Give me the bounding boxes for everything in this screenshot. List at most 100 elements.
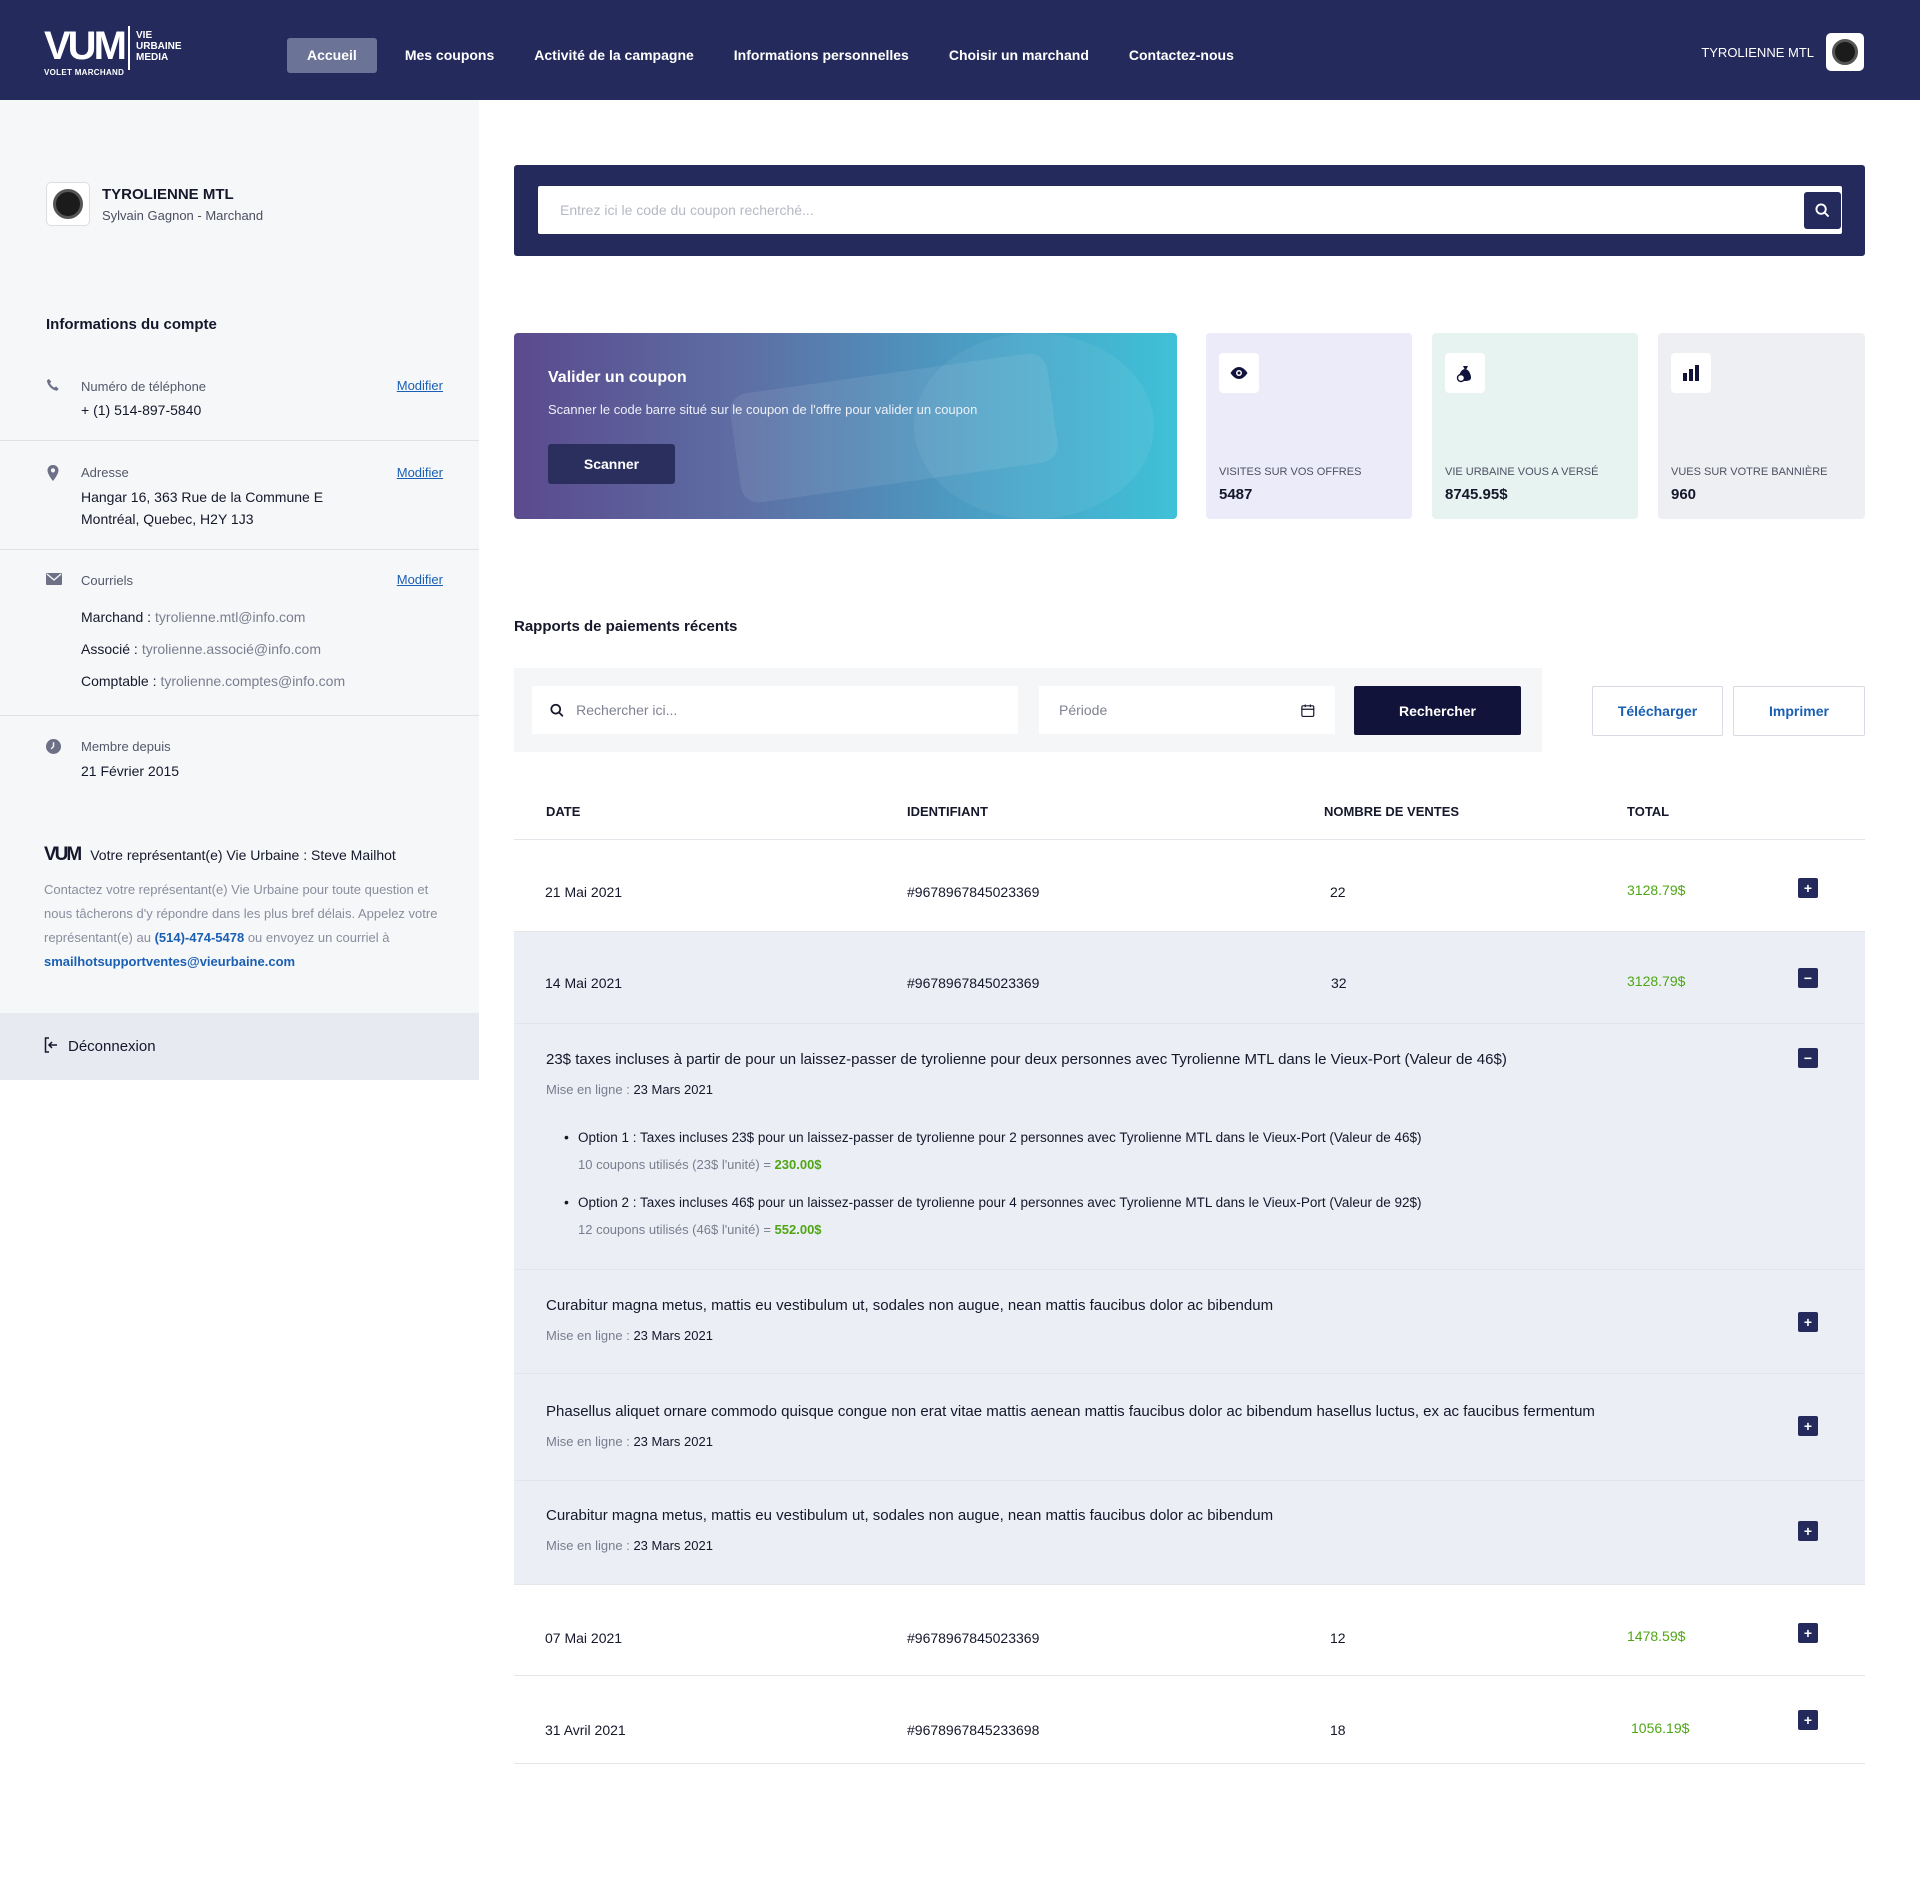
reports-search-button[interactable]: Rechercher bbox=[1354, 686, 1521, 735]
emails-label: Courriels bbox=[81, 573, 134, 588]
detail-panel: 23$ taxes incluses à partir de pour un l… bbox=[514, 1024, 1865, 1270]
nav-accueil[interactable]: Accueil bbox=[287, 38, 377, 73]
table-row[interactable]: 21 Mai 2021 #9678967845023369 22 3128.79… bbox=[514, 840, 1865, 932]
avatar[interactable] bbox=[1826, 33, 1864, 71]
option-usage: 10 coupons utilisés (23$ l'unité) = 230.… bbox=[578, 1157, 822, 1172]
calendar-icon[interactable] bbox=[1301, 703, 1315, 718]
modify-emails-link[interactable]: Modifier bbox=[397, 572, 443, 587]
stat-value: 960 bbox=[1671, 486, 1697, 503]
user-menu[interactable]: TYROLIENNE MTL bbox=[1701, 33, 1864, 71]
row-sales: 12 bbox=[1330, 1630, 1346, 1646]
download-button[interactable]: Télécharger bbox=[1592, 686, 1723, 736]
location-pin-icon bbox=[46, 465, 60, 481]
detail-panel: Phasellus aliquet ornare commodo quisque… bbox=[514, 1374, 1865, 1481]
email-value[interactable]: tyrolienne.associé@info.com bbox=[142, 641, 321, 657]
email-value[interactable]: tyrolienne.mtl@info.com bbox=[155, 609, 305, 625]
logo-word: URBAINE bbox=[136, 41, 182, 52]
detail-title: Phasellus aliquet ornare commodo quisque… bbox=[546, 1403, 1595, 1420]
logo-subtitle: VOLET MARCHAND bbox=[44, 68, 125, 77]
nav-activite-campagne[interactable]: Activité de la campagne bbox=[514, 38, 714, 73]
stat-card-visits: VISITES SUR VOS OFFRES 5487 bbox=[1206, 333, 1412, 519]
logout-button[interactable]: Déconnexion bbox=[0, 1013, 479, 1080]
modify-phone-link[interactable]: Modifier bbox=[397, 378, 443, 393]
detail-title: Curabitur magna metus, mattis eu vestibu… bbox=[546, 1507, 1274, 1524]
representative-phone-link[interactable]: (514)-474-5478 bbox=[155, 930, 245, 945]
vum-logo[interactable]: VUM VIE URBAINE MEDIA VOLET MARCHAND bbox=[44, 24, 194, 80]
stat-value: 8745.95$ bbox=[1445, 486, 1508, 503]
option-usage: 12 coupons utilisés (46$ l'unité) = 552.… bbox=[578, 1222, 822, 1237]
row-identifier: #9678967845233698 bbox=[907, 1722, 1040, 1738]
profile-name: TYROLIENNE MTL bbox=[102, 185, 234, 203]
email-value[interactable]: tyrolienne.comptes@info.com bbox=[160, 673, 345, 689]
money-bag-icon bbox=[1445, 353, 1485, 393]
search-icon bbox=[550, 703, 564, 717]
stat-label: VUES SUR VOTRE BANNIÈRE bbox=[1671, 466, 1828, 478]
table-row[interactable]: 14 Mai 2021 #9678967845023369 32 3128.79… bbox=[514, 932, 1865, 1024]
table-row[interactable]: 07 Mai 2021 #9678967845023369 12 1478.59… bbox=[514, 1585, 1865, 1676]
email-row-merchant: Marchand : tyrolienne.mtl@info.com bbox=[81, 609, 305, 625]
representative-heading: VUM Votre représentant(e) Vie Urbaine : … bbox=[44, 844, 454, 866]
collapse-detail-button[interactable]: − bbox=[1798, 1048, 1818, 1068]
address-label: Adresse bbox=[81, 465, 129, 480]
avatar-image bbox=[1832, 39, 1858, 65]
logo-word: MEDIA bbox=[136, 52, 169, 63]
stat-card-banner-views: VUES SUR VOTRE BANNIÈRE 960 bbox=[1658, 333, 1865, 519]
expand-detail-button[interactable]: + bbox=[1798, 1416, 1818, 1436]
clock-icon bbox=[46, 739, 61, 754]
column-header-sales: NOMBRE DE VENTES bbox=[1324, 804, 1460, 819]
print-button[interactable]: Imprimer bbox=[1733, 686, 1865, 736]
nav-contactez-nous[interactable]: Contactez-nous bbox=[1109, 38, 1254, 73]
option-item: Option 2 : Taxes incluses 46$ pour un la… bbox=[564, 1194, 1421, 1210]
collapse-row-button[interactable]: − bbox=[1798, 968, 1818, 988]
avatar-image bbox=[53, 189, 83, 219]
email-key: Comptable : bbox=[81, 673, 157, 689]
member-since-value: 21 Février 2015 bbox=[81, 763, 180, 779]
online-label: Mise en ligne : bbox=[546, 1082, 630, 1097]
member-since-block: Membre depuis 21 Février 2015 bbox=[0, 716, 479, 796]
address-line-1: Hangar 16, 363 Rue de la Commune E bbox=[81, 489, 324, 505]
row-total: 1478.59$ bbox=[1627, 1628, 1686, 1644]
stat-value: 5487 bbox=[1219, 486, 1253, 503]
phone-value: + (1) 514-897-5840 bbox=[81, 402, 202, 418]
modify-address-link[interactable]: Modifier bbox=[397, 465, 443, 480]
mail-icon bbox=[46, 573, 62, 587]
option-amount: 230.00$ bbox=[774, 1157, 822, 1172]
representative-email-link[interactable]: smailhotsupportventes@vieurbaine.com bbox=[44, 954, 295, 969]
expand-row-button[interactable]: + bbox=[1798, 1623, 1818, 1643]
expand-row-button[interactable]: + bbox=[1798, 878, 1818, 898]
online-label: Mise en ligne : bbox=[546, 1538, 630, 1553]
coupon-search-input[interactable] bbox=[538, 186, 1842, 234]
email-row-associate: Associé : tyrolienne.associé@info.com bbox=[81, 641, 321, 657]
period-input[interactable] bbox=[1059, 702, 1292, 718]
user-name: TYROLIENNE MTL bbox=[1701, 44, 1814, 60]
online-date: 23 Mars 2021 bbox=[633, 1538, 713, 1553]
reports-table-header: DATE IDENTIFIANT NOMBRE DE VENTES TOTAL bbox=[514, 790, 1865, 840]
nav-mes-coupons[interactable]: Mes coupons bbox=[385, 38, 514, 73]
period-field[interactable] bbox=[1039, 686, 1335, 734]
reports-search-field[interactable] bbox=[532, 686, 1018, 734]
row-total: 1056.19$ bbox=[1631, 1720, 1690, 1736]
logo-word: VIE bbox=[136, 30, 153, 41]
row-date: 21 Mai 2021 bbox=[545, 884, 623, 900]
row-sales: 22 bbox=[1330, 884, 1346, 900]
row-date: 14 Mai 2021 bbox=[545, 975, 623, 991]
profile-subtitle: Sylvain Gagnon - Marchand bbox=[102, 207, 264, 223]
phone-block: Numéro de téléphone Modifier + (1) 514-8… bbox=[0, 362, 479, 441]
email-key: Marchand : bbox=[81, 609, 152, 625]
row-total: 3128.79$ bbox=[1627, 973, 1686, 989]
column-header-date: DATE bbox=[546, 804, 581, 819]
nav-choisir-marchand[interactable]: Choisir un marchand bbox=[929, 38, 1109, 73]
nav-informations-personnelles[interactable]: Informations personnelles bbox=[714, 38, 929, 73]
expand-row-button[interactable]: + bbox=[1798, 1710, 1818, 1730]
reports-search-input[interactable] bbox=[576, 702, 1018, 718]
expand-detail-button[interactable]: + bbox=[1798, 1521, 1818, 1541]
expand-detail-button[interactable]: + bbox=[1798, 1312, 1818, 1332]
detail-title: Curabitur magna metus, mattis eu vestibu… bbox=[546, 1297, 1274, 1314]
coupon-search-band bbox=[514, 165, 1865, 256]
table-row[interactable]: 31 Avril 2021 #9678967845233698 18 1056.… bbox=[514, 1676, 1865, 1764]
online-date: 23 Mars 2021 bbox=[633, 1328, 713, 1343]
scanner-button[interactable]: Scanner bbox=[548, 444, 675, 484]
vum-mini-logo: VUM bbox=[44, 844, 82, 865]
coupon-search-button[interactable] bbox=[1804, 192, 1841, 229]
validate-coupon-card: Valider un coupon Scanner le code barre … bbox=[514, 333, 1177, 519]
